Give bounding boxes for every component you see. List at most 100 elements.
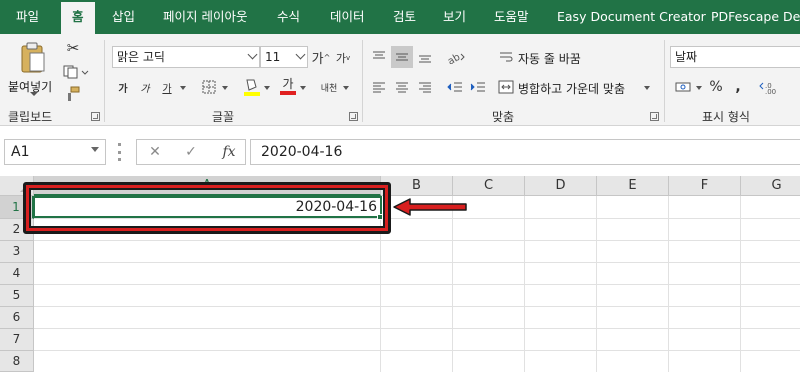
clipboard-group-label: 클립보드	[8, 110, 53, 124]
grow-font-label: 가	[311, 51, 324, 67]
name-box[interactable]: A1	[4, 139, 106, 165]
comma-label: ,	[735, 79, 741, 95]
row-header-6[interactable]: 6	[0, 307, 34, 329]
gridline	[34, 350, 800, 351]
font-size-select[interactable]: 11	[260, 46, 308, 68]
formula-input-value: 2020-04-16	[261, 144, 343, 160]
align-top-icon[interactable]	[368, 46, 390, 68]
cancel-icon[interactable]: ✕	[143, 143, 167, 161]
tab-review[interactable]: 검토	[393, 0, 416, 34]
align-center-icon[interactable]	[391, 76, 413, 98]
svg-text:.00: .00	[765, 88, 776, 94]
grow-font-button[interactable]: 가 ^	[311, 46, 331, 68]
column-header-f[interactable]: F	[669, 176, 741, 196]
formula-bar-grip-icon[interactable]	[118, 143, 121, 161]
borders-dropdown-icon[interactable]	[222, 86, 228, 90]
phonetic-button[interactable]: 내천	[316, 76, 342, 98]
merge-center-label[interactable]: 병합하고 가운데 맞춤	[518, 80, 625, 97]
name-box-dropdown-icon[interactable]	[91, 147, 99, 152]
borders-icon[interactable]	[200, 78, 218, 96]
percent-button[interactable]: %	[706, 76, 726, 98]
tab-help[interactable]: 도움말	[494, 0, 529, 34]
tab-view[interactable]: 보기	[443, 0, 466, 34]
orientation-icon[interactable]: ab	[444, 46, 468, 68]
formula-buttons: ✕ ✓ fx	[136, 139, 246, 165]
gridline	[34, 306, 800, 307]
gridline	[740, 196, 741, 372]
underline-button[interactable]: 가	[158, 76, 176, 98]
clipboard-launcher-icon[interactable]	[91, 112, 100, 121]
gridline	[34, 284, 800, 285]
formula-input[interactable]: 2020-04-16	[250, 139, 800, 165]
decrease-indent-icon[interactable]	[444, 76, 466, 98]
phonetic-dropdown-icon[interactable]	[343, 86, 349, 90]
wrap-text-icon[interactable]	[496, 46, 516, 68]
align-bottom-icon[interactable]	[414, 46, 436, 68]
tab-formulas[interactable]: 수식	[277, 0, 300, 34]
column-header-d[interactable]: D	[525, 176, 597, 196]
tab-page-layout[interactable]: 페이지 레이아웃	[163, 0, 247, 34]
tab-easy-document-creator[interactable]: Easy Document Creator	[557, 0, 706, 34]
italic-button[interactable]: 가	[136, 76, 154, 98]
currency-dropdown-icon[interactable]	[696, 86, 702, 90]
copy-icon[interactable]	[62, 62, 90, 82]
paste-dropdown-arrow-icon[interactable]	[30, 92, 38, 96]
tab-pdfescape-desktop[interactable]: PDFescape Desk	[711, 0, 800, 34]
fill-color-icon[interactable]	[242, 76, 262, 98]
tab-file[interactable]: 파일	[16, 0, 39, 34]
merge-dropdown-icon[interactable]	[644, 86, 650, 90]
format-painter-icon[interactable]	[62, 84, 84, 104]
paste-icon[interactable]	[8, 40, 58, 76]
font-color-dropdown-icon[interactable]	[300, 86, 306, 90]
align-left-icon[interactable]	[368, 76, 390, 98]
increase-decimal-icon[interactable]: .0.00	[758, 76, 784, 98]
row-header-8[interactable]: 8	[0, 351, 34, 372]
currency-icon[interactable]	[672, 76, 694, 98]
insert-function-button[interactable]: fx	[217, 143, 241, 161]
font-size-value: 11	[265, 50, 281, 64]
wrap-text-label[interactable]: 자동 줄 바꿈	[518, 50, 581, 67]
gridline	[34, 328, 800, 329]
cut-icon[interactable]: ✂	[62, 38, 84, 58]
column-header-b[interactable]: B	[381, 176, 453, 196]
align-right-icon[interactable]	[414, 76, 436, 98]
column-header-e[interactable]: E	[597, 176, 669, 196]
chevron-down-icon	[295, 49, 306, 60]
bold-button[interactable]: 가	[114, 76, 132, 98]
ribbon: 붙여넣기 ✂ 클립보드 맑은 고딕 11 가 ^ 가v 가 가 가 가 내천 글…	[0, 34, 800, 126]
merge-center-icon[interactable]	[496, 76, 516, 98]
tab-data[interactable]: 데이터	[330, 0, 365, 34]
gridline	[596, 196, 597, 372]
column-header-c[interactable]: C	[453, 176, 525, 196]
number-format-select[interactable]: 날짜	[670, 46, 800, 68]
group-divider	[664, 40, 665, 122]
shrink-font-button[interactable]: 가v	[334, 48, 352, 68]
row-header-7[interactable]: 7	[0, 329, 34, 351]
chevron-down-icon	[247, 49, 258, 60]
annotation-highlight-box	[23, 182, 391, 234]
group-divider	[362, 40, 363, 122]
row-header-3[interactable]: 3	[0, 241, 34, 263]
enter-icon[interactable]: ✓	[179, 143, 203, 161]
alignment-launcher-icon[interactable]	[650, 112, 659, 121]
tab-insert[interactable]: 삽입	[112, 0, 135, 34]
tab-home[interactable]: 홈	[61, 2, 95, 34]
increase-indent-icon[interactable]	[467, 76, 489, 98]
worksheet-grid: A B C D E F G 1 2 3 4 5 6 7 8 2020-04-16	[0, 176, 800, 372]
gridline	[668, 196, 669, 372]
number-format-value: 날짜	[675, 50, 698, 64]
row-header-4[interactable]: 4	[0, 263, 34, 285]
fill-color-dropdown-icon[interactable]	[264, 86, 270, 90]
comma-button[interactable]: ,	[730, 76, 746, 98]
ribbon-tab-bar: 파일 홈 삽입 페이지 레이아웃 수식 데이터 검토 보기 도움말 Easy D…	[0, 0, 800, 34]
align-middle-icon[interactable]	[391, 46, 413, 68]
font-color-label: 가	[282, 77, 294, 91]
font-launcher-icon[interactable]	[349, 112, 358, 121]
row-header-5[interactable]: 5	[0, 285, 34, 307]
underline-dropdown-icon[interactable]	[180, 86, 186, 90]
font-group-label: 글꼴	[212, 110, 235, 124]
font-name-select[interactable]: 맑은 고딕	[112, 46, 260, 68]
column-header-g[interactable]: G	[741, 176, 800, 196]
alignment-group-label: 맞춤	[492, 110, 515, 124]
font-color-button[interactable]: 가	[278, 74, 298, 98]
